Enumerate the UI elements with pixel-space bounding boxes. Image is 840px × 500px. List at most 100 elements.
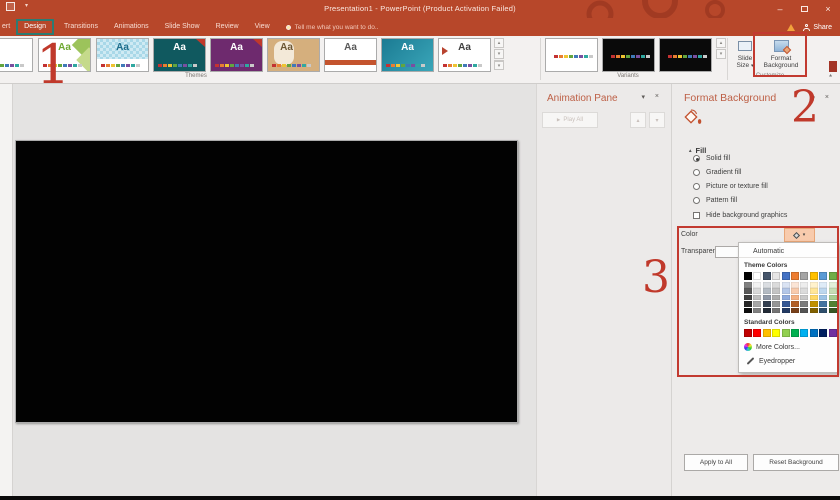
theme-thumbnail-facet[interactable]: Aa [38,38,91,72]
collapse-ribbon-icon[interactable]: ▴ [829,73,832,79]
tab-view[interactable]: View [247,19,278,35]
color-swatch[interactable] [744,329,752,337]
color-swatch[interactable] [810,295,818,301]
gallery-more-button[interactable]: ▾ [494,60,504,70]
color-swatch[interactable] [810,329,818,337]
color-swatch[interactable] [772,272,780,280]
color-swatch[interactable] [772,295,780,301]
slide-size-button[interactable]: Slide Size ▾ [730,38,760,78]
color-swatch[interactable] [819,308,827,314]
gallery-down-button[interactable]: ▾ [494,49,504,59]
color-swatch[interactable] [819,272,827,280]
color-swatch[interactable] [829,295,837,301]
pattern-fill-option[interactable]: Pattern fill [693,197,737,204]
color-swatch[interactable] [819,282,827,288]
color-dropdown-button[interactable]: ▾ [784,228,815,242]
pane-close-icon[interactable]: × [655,93,659,100]
color-swatch[interactable] [744,288,752,294]
tell-me-box[interactable]: Tell me what you want to do.. [286,24,379,31]
color-swatch[interactable] [810,272,818,280]
color-swatch[interactable] [744,308,752,314]
theme-thumbnail-wisp[interactable]: Aa [438,38,491,72]
color-swatch[interactable] [763,295,771,301]
color-swatch[interactable] [819,301,827,307]
color-swatch[interactable] [772,288,780,294]
color-swatch[interactable] [753,301,761,307]
color-swatch[interactable] [782,301,790,307]
color-swatch[interactable] [772,301,780,307]
color-swatch[interactable] [819,329,827,337]
color-swatch[interactable] [791,308,799,314]
variant-thumbnail-black-1[interactable] [602,38,655,72]
activation-warning-icon[interactable] [787,24,795,31]
color-swatch[interactable] [753,308,761,314]
color-swatch[interactable] [829,288,837,294]
color-swatch[interactable] [810,282,818,288]
move-earlier-button[interactable]: ▴ [630,112,646,128]
color-swatch[interactable] [791,288,799,294]
color-swatch[interactable] [791,272,799,280]
color-swatch[interactable] [800,308,808,314]
tab-insert-partial[interactable]: ert [0,19,14,35]
color-swatch[interactable] [763,308,771,314]
color-swatch[interactable] [800,288,808,294]
tab-transitions[interactable]: Transitions [56,19,106,35]
color-swatch[interactable] [829,308,837,314]
variants-up-button[interactable]: ▴ [716,38,726,48]
color-swatch[interactable] [782,282,790,288]
color-swatch[interactable] [753,329,761,337]
color-swatch[interactable] [791,329,799,337]
color-swatch[interactable] [782,295,790,301]
variants-down-button[interactable]: ▾ [716,49,726,59]
color-swatch[interactable] [800,282,808,288]
color-swatch[interactable] [782,329,790,337]
color-swatch[interactable] [744,282,752,288]
color-swatch[interactable] [800,272,808,280]
color-swatch[interactable] [829,329,837,337]
color-swatch[interactable] [829,282,837,288]
color-swatch[interactable] [753,295,761,301]
solid-fill-option[interactable]: Solid fill [693,155,730,162]
variant-thumbnail-black-2[interactable] [659,38,712,72]
theme-thumbnail-retrospect[interactable]: Aa [324,38,377,72]
color-swatch[interactable] [829,272,837,280]
color-swatch[interactable] [753,272,761,280]
gradient-fill-option[interactable]: Gradient fill [693,169,741,176]
color-swatch[interactable] [753,288,761,294]
format-background-button[interactable]: Format Background [758,38,804,78]
color-swatch[interactable] [763,329,771,337]
share-button[interactable]: Share [803,24,832,31]
color-swatch[interactable] [810,301,818,307]
minimize-button[interactable]: – [768,0,792,18]
hide-background-graphics-option[interactable]: Hide background graphics [693,212,787,219]
slide-canvas[interactable] [15,140,518,423]
color-swatch[interactable] [772,282,780,288]
pane-options-caret-icon[interactable]: ▾ [641,93,645,101]
theme-thumbnail-organic[interactable]: Aa [267,38,320,72]
color-swatch[interactable] [810,288,818,294]
color-swatch[interactable] [782,308,790,314]
pane-close-icon[interactable]: × [825,94,829,101]
color-swatch[interactable] [763,272,771,280]
color-swatch[interactable] [800,295,808,301]
pane-options-caret-icon[interactable]: ▾ [811,94,815,102]
color-swatch[interactable] [819,295,827,301]
color-swatch[interactable] [763,301,771,307]
variant-thumbnail-white[interactable] [545,38,598,72]
eyedropper-item[interactable]: Eyedropper [739,355,837,367]
color-swatch[interactable] [810,308,818,314]
theme-thumbnail-slice[interactable]: Aa [381,38,434,72]
color-swatch[interactable] [800,329,808,337]
close-button[interactable]: × [816,0,840,18]
color-swatch[interactable] [753,282,761,288]
color-swatch[interactable] [744,295,752,301]
fill-section-header[interactable]: ▴ Fill [689,146,706,155]
automatic-color-item[interactable]: Automatic [739,246,837,258]
color-swatch[interactable] [791,301,799,307]
slide-thumbnail-panel[interactable] [0,84,13,496]
play-all-button[interactable]: ▶ Play All [542,112,598,128]
color-swatch[interactable] [772,329,780,337]
color-swatch[interactable] [744,272,752,280]
color-swatch[interactable] [800,301,808,307]
color-swatch[interactable] [791,295,799,301]
